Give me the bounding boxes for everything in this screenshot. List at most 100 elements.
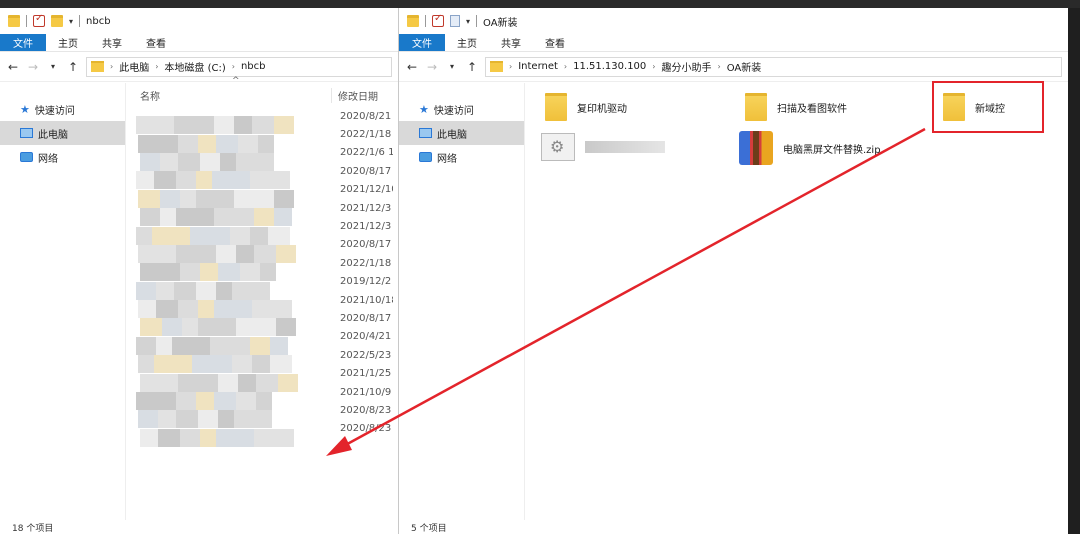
file-tile-blurred[interactable] — [541, 133, 665, 161]
column-label: 名称 — [140, 91, 160, 103]
right-explorer-window: ▾ OA新装 文件 主页 共享 查看 ← → ▾ ↑ › Internet › … — [398, 8, 1068, 534]
folder-tile-new-domain[interactable]: 新域控 — [943, 93, 1005, 121]
folder-icon — [8, 15, 20, 27]
chevron-right-icon: › — [155, 62, 159, 71]
status-bar: 5 个项目 — [411, 523, 447, 534]
new-folder-icon[interactable] — [51, 15, 63, 27]
nav-item-network[interactable]: 网络 — [399, 145, 524, 169]
archive-icon — [739, 131, 773, 165]
navigation-pane: ★ 快速访问 此电脑 网络 — [399, 83, 525, 520]
chevron-down-icon[interactable]: ▾ — [69, 17, 73, 26]
separator — [425, 15, 426, 27]
nav-item-this-pc[interactable]: 此电脑 — [399, 121, 524, 145]
status-bar: 18 个项目 — [12, 523, 54, 534]
folder-icon — [91, 61, 104, 72]
modified-date: 2022/5/23 1 — [340, 349, 393, 361]
chevron-right-icon: › — [563, 62, 568, 71]
folder-tile[interactable]: 扫描及看图软件 — [745, 93, 847, 121]
tab-view[interactable]: 查看 — [533, 34, 577, 51]
separator — [79, 15, 81, 27]
zip-file-tile[interactable]: 电脑黑屏文件替换.zip — [739, 131, 881, 165]
modified-date: 2020/8/23 9 — [340, 404, 393, 416]
nav-label: 快速访问 — [433, 105, 474, 117]
modified-date: 2021/12/3 1 — [340, 221, 393, 233]
forward-arrow-icon[interactable]: → — [26, 60, 40, 74]
folder-tile[interactable]: 复印机驱动 — [545, 93, 627, 121]
breadcrumb-item[interactable]: 此电脑 — [119, 59, 149, 74]
computer-icon — [20, 128, 33, 138]
column-header-date[interactable]: 修改日期 — [331, 87, 378, 103]
nav-item-quick-access[interactable]: ★ 快速访问 — [399, 97, 524, 121]
modified-date: 2019/12/2 1 — [340, 276, 393, 288]
up-arrow-icon[interactable]: ↑ — [465, 60, 479, 74]
breadcrumb-item[interactable]: 11.51.130.100 — [573, 61, 646, 72]
tile-view: 复印机驱动 扫描及看图软件 新域控 电脑黑屏文件替换.zip — [525, 83, 1068, 520]
chevron-right-icon: › — [717, 62, 721, 71]
tab-share[interactable]: 共享 — [90, 34, 134, 51]
column-header-name[interactable]: 名称 ^ — [126, 76, 331, 103]
title-bar: ▾ OA新装 — [399, 8, 1068, 34]
up-arrow-icon[interactable]: ↑ — [66, 60, 80, 74]
modified-date: 2021/12/10 — [340, 184, 393, 196]
separator — [476, 15, 478, 27]
chevron-right-icon: › — [231, 62, 235, 71]
nav-label: 此电脑 — [437, 129, 467, 141]
table-row[interactable]: 2020/8/21 1 — [126, 107, 398, 135]
modified-date: 2020/4/21 1 — [340, 331, 393, 343]
chevron-right-icon: › — [652, 62, 656, 71]
top-strip — [0, 0, 1080, 8]
properties-icon[interactable] — [33, 13, 45, 27]
folder-icon — [943, 93, 965, 121]
tab-share[interactable]: 共享 — [489, 34, 533, 51]
breadcrumb-item[interactable]: OA新装 — [727, 59, 762, 74]
breadcrumb-item[interactable]: Internet — [518, 61, 558, 72]
title-bar: ▾ nbcb — [0, 8, 398, 34]
nav-item-network[interactable]: 网络 — [0, 145, 125, 169]
window-title: OA新装 — [483, 17, 518, 29]
separator — [26, 15, 27, 27]
modified-date: 2020/8/17 1 — [340, 312, 393, 324]
breadcrumb-item[interactable]: 本地磁盘 (C:) — [164, 59, 225, 74]
tab-file[interactable]: 文件 — [399, 34, 445, 51]
window-title: nbcb — [86, 15, 111, 27]
document-icon[interactable] — [450, 15, 460, 27]
modified-date: 2022/1/18 1 — [340, 129, 393, 141]
tab-home[interactable]: 主页 — [46, 34, 90, 51]
back-arrow-icon[interactable]: ← — [6, 60, 20, 74]
modified-date: 2021/10/18 — [340, 294, 393, 306]
chevron-right-icon: › — [110, 62, 114, 71]
computer-icon — [419, 128, 432, 138]
network-icon — [419, 152, 432, 162]
folder-label: 复印机驱动 — [577, 103, 627, 115]
folder-icon — [745, 93, 767, 121]
modified-date: 2020/8/17 1 — [340, 239, 393, 251]
modified-date: 2020/8/21 1 — [340, 110, 393, 122]
chevron-down-icon[interactable]: ▾ — [466, 17, 470, 26]
forward-arrow-icon[interactable]: → — [425, 60, 439, 74]
address-row: ← → ▾ ↑ › 此电脑 › 本地磁盘 (C:) › nbcb — [0, 52, 398, 82]
sort-up-icon: ^ — [232, 75, 240, 86]
tab-file[interactable]: 文件 — [0, 34, 46, 51]
modified-date: 2022/1/6 15 — [340, 147, 393, 159]
breadcrumb-item[interactable]: 趣分小助手 — [662, 59, 712, 74]
tab-view[interactable]: 查看 — [134, 34, 178, 51]
nav-item-quick-access[interactable]: ★ 快速访问 — [0, 97, 125, 121]
properties-icon[interactable] — [432, 13, 444, 27]
network-icon — [20, 152, 33, 162]
ribbon-tabs: 文件 主页 共享 查看 — [399, 34, 1068, 52]
modified-date: 2021/12/3 1 — [340, 202, 393, 214]
nav-label: 网络 — [38, 153, 58, 165]
nav-item-this-pc[interactable]: 此电脑 — [0, 121, 125, 145]
modified-date: 2022/1/18 1 — [340, 257, 393, 269]
settings-file-icon — [541, 133, 575, 161]
recent-chevron-icon[interactable]: ▾ — [46, 62, 60, 71]
modified-date: 2021/10/9 8 — [340, 386, 393, 398]
nav-label: 此电脑 — [38, 129, 68, 141]
tab-home[interactable]: 主页 — [445, 34, 489, 51]
column-headers: 名称 ^ 修改日期 — [126, 76, 398, 107]
address-bar[interactable]: › 此电脑 › 本地磁盘 (C:) › nbcb — [86, 56, 392, 77]
recent-chevron-icon[interactable]: ▾ — [445, 62, 459, 71]
breadcrumb-item[interactable]: nbcb — [241, 61, 266, 72]
address-bar[interactable]: › Internet › 11.51.130.100 › 趣分小助手 › OA新… — [485, 56, 1062, 77]
back-arrow-icon[interactable]: ← — [405, 60, 419, 74]
